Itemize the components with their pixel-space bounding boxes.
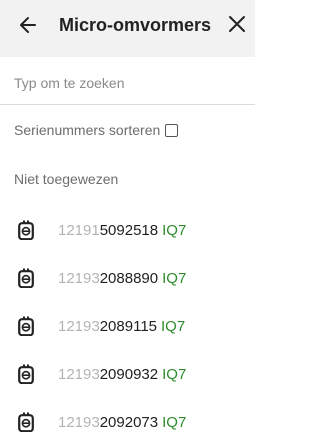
serial-rest: 5092518: [99, 221, 159, 239]
serial-rest: 2092073: [99, 413, 159, 431]
list-item[interactable]: 121932092073 IQ7: [0, 398, 255, 446]
serial-number: 121932090932 IQ7: [58, 366, 186, 383]
back-button[interactable]: [14, 11, 42, 39]
serial-prefix: 12193: [58, 413, 100, 431]
model-label: IQ7: [161, 317, 186, 335]
serial-number: 121932089115 IQ7: [58, 318, 185, 335]
serial-prefix: 12193: [58, 365, 100, 383]
list-item[interactable]: 121932089115 IQ7: [0, 302, 255, 350]
serial-number: 121932088890 IQ7: [58, 270, 186, 287]
microinverter-icon: [17, 315, 35, 337]
microinverter-icon: [17, 267, 35, 289]
sort-serials-label: Serienummers sorteren: [14, 122, 161, 138]
section-title-unassigned: Niet toegewezen: [14, 171, 119, 187]
microinverter-list: 121915092518 IQ7 121932088890 IQ7 121932…: [0, 206, 255, 446]
list-item[interactable]: 121932088890 IQ7: [0, 254, 255, 302]
serial-rest: 2089115: [99, 317, 158, 335]
close-icon: [229, 16, 245, 32]
search-input[interactable]: [14, 70, 244, 96]
serial-prefix: 12193: [58, 317, 100, 335]
serial-prefix: 12193: [58, 269, 100, 287]
model-label: IQ7: [162, 413, 187, 431]
sort-serials-toggle[interactable]: Serienummers sorteren: [14, 122, 179, 138]
serial-number: 121915092518 IQ7: [58, 222, 186, 239]
sort-serials-checkbox[interactable]: [165, 123, 179, 137]
arrow-left-icon: [20, 17, 36, 33]
serial-number: 121932092073 IQ7: [58, 414, 186, 431]
microinverter-icon: [17, 411, 35, 433]
microinverter-icon: [17, 363, 35, 385]
model-label: IQ7: [162, 269, 187, 287]
serial-prefix: 12191: [58, 221, 100, 239]
page-title: Micro-omvormers: [59, 15, 212, 35]
app-header: Micro-omvormers: [0, 0, 255, 57]
close-button[interactable]: [223, 10, 251, 38]
list-item[interactable]: 121915092518 IQ7: [0, 206, 255, 254]
model-label: IQ7: [162, 365, 187, 383]
serial-rest: 2088890: [99, 269, 159, 287]
model-label: IQ7: [162, 221, 187, 239]
list-item[interactable]: 121932090932 IQ7: [0, 350, 255, 398]
microinverter-icon: [17, 219, 35, 241]
search-bar: [0, 70, 255, 105]
serial-rest: 2090932: [99, 365, 159, 383]
